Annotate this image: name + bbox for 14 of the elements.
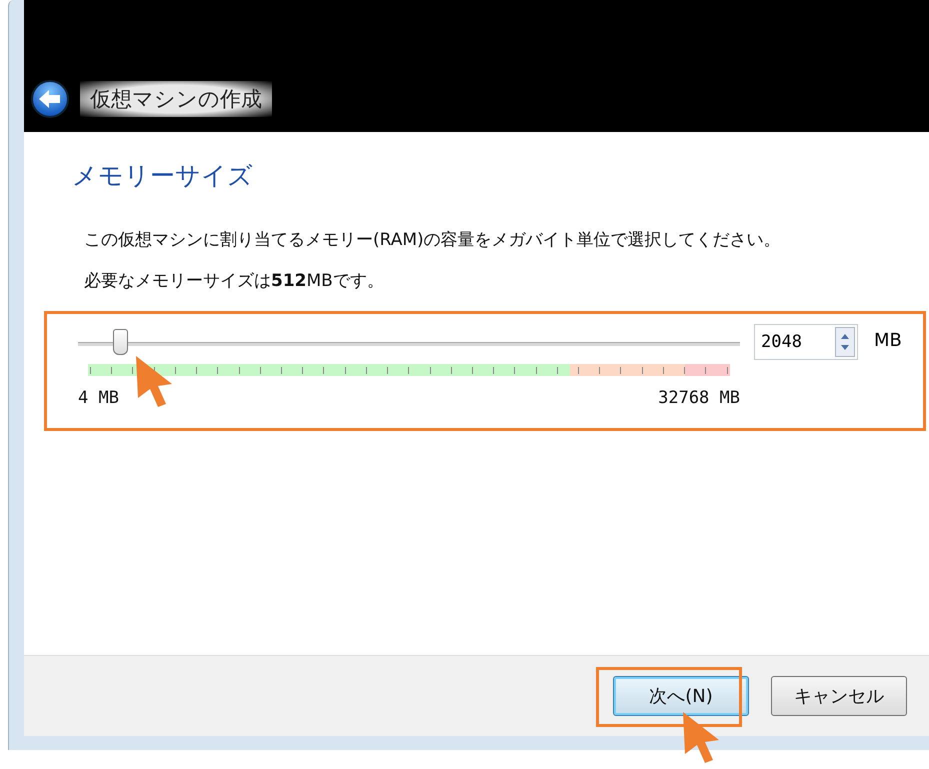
spin-arrows-icon[interactable]: [835, 327, 855, 357]
next-button[interactable]: 次へ(N): [613, 676, 749, 716]
max-label: 32768 MB: [658, 388, 740, 408]
recommendation-text: 必要なメモリーサイズは512MBです。: [84, 270, 385, 292]
slider-thumb[interactable]: [113, 329, 128, 355]
description-text: この仮想マシンに割り当てるメモリー(RAM)の容量をメガバイト単位で選択してください。: [84, 229, 782, 251]
cursor-arrow-icon: [134, 354, 174, 409]
cancel-button[interactable]: キャンセル: [771, 676, 907, 716]
cursor-arrow-icon: [681, 710, 721, 765]
min-label: 4 MB: [78, 388, 119, 408]
window-title: 仮想マシンの作成: [80, 81, 272, 117]
memory-input-field[interactable]: 2048: [754, 324, 858, 360]
unit-label: MB: [874, 330, 902, 351]
page-heading: メモリーサイズ: [72, 160, 254, 192]
